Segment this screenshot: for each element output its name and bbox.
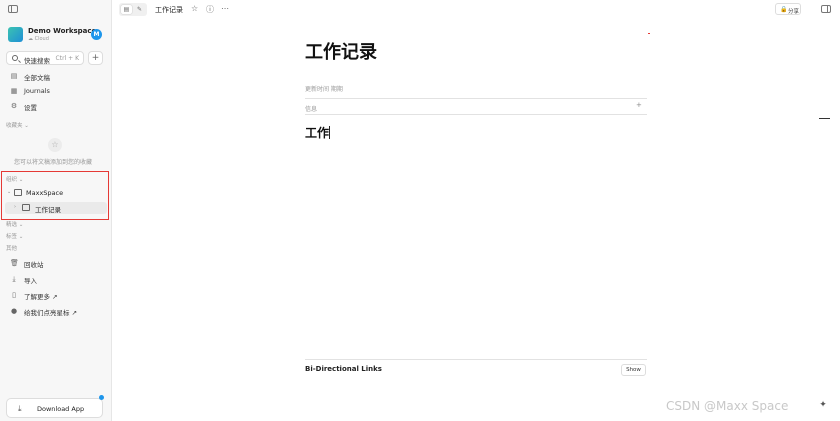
search-icon (12, 55, 18, 61)
workspace-switcher[interactable]: Demo Workspace ☁ Cloud M (8, 27, 104, 43)
download-app-button[interactable]: ⤓ Download App (6, 395, 104, 418)
favorite-star-icon[interactable]: ☆ (191, 4, 198, 13)
doc-heading[interactable]: 工作 (305, 124, 329, 141)
calendar-icon: ▦ (10, 87, 18, 95)
workspace-sub: ☁ Cloud (28, 36, 49, 42)
gear-icon: ⚙ (10, 102, 18, 110)
ai-sparkle-icon[interactable]: ✦ (816, 398, 830, 412)
divider (305, 359, 647, 360)
search-label: 快速搜索 (24, 57, 50, 65)
right-panel-toggle-icon[interactable] (821, 5, 831, 13)
chevron-right-icon[interactable]: › (14, 204, 16, 210)
docs-icon: ▤ (10, 72, 18, 80)
sidebar: Demo Workspace ☁ Cloud M 快速搜索 Ctrl + K +… (0, 0, 112, 421)
prop-info[interactable]: 信息 (305, 104, 647, 113)
workspace-logo (8, 27, 23, 42)
github-icon: ● (10, 307, 18, 315)
toc-indicator[interactable] (819, 118, 830, 119)
doc-item-work-log[interactable]: › 工作记录 (5, 202, 107, 214)
bidirectional-links-label: Bi-Directional Links (305, 365, 382, 373)
import-icon: ⤓ (12, 275, 16, 283)
info-icon[interactable]: ⓘ (206, 4, 214, 15)
folder-maxxspace[interactable]: ⌄ MaxxSpace (5, 187, 107, 199)
avatar[interactable]: M (91, 29, 102, 40)
workspace-name: Demo Workspace (28, 27, 97, 35)
download-icon: ⤓ (18, 404, 22, 413)
lock-icon: 🔒 (780, 6, 788, 13)
add-doc-button[interactable]: + (88, 51, 103, 65)
divider (305, 114, 647, 115)
watermark: CSDN @Maxx Space (666, 399, 789, 413)
others-header: 其他 (6, 246, 18, 252)
quick-search-button[interactable]: 快速搜索 Ctrl + K (6, 51, 84, 65)
prop-updated[interactable]: 更新时间 期期 (305, 84, 647, 93)
text-caret (329, 126, 330, 139)
trash-icon: 🗑 (10, 259, 19, 267)
chevron-down-icon[interactable]: ⌄ (7, 189, 11, 195)
page-icon (22, 204, 30, 211)
more-icon[interactable]: ⋯ (221, 4, 229, 13)
notification-dot (99, 395, 104, 400)
edgeless-mode-icon[interactable]: ✎ (134, 5, 145, 14)
sidebar-toggle-icon[interactable] (8, 5, 18, 13)
search-shortcut: Ctrl + K (55, 55, 79, 62)
show-links-button[interactable]: Show (621, 364, 646, 376)
divider (305, 98, 647, 99)
add-property-icon[interactable]: + (636, 101, 642, 109)
collections-header[interactable]: 精选 ⌄ (6, 220, 23, 228)
favorites-header[interactable]: 收藏夹 ⌄ (6, 121, 29, 129)
indicator-mark (648, 33, 650, 34)
top-bar: ▤ ✎ 工作记录 ☆ ⓘ ⋯ 🔒 分享 (112, 0, 840, 20)
doc-breadcrumb-title[interactable]: 工作记录 (155, 5, 183, 15)
favorites-empty-text: 您可以将文稿添加到您的收藏 (14, 159, 93, 166)
share-button[interactable]: 🔒 分享 (775, 3, 801, 15)
star-icon: ☆ (48, 138, 62, 152)
book-icon: ▯ (12, 291, 16, 299)
folder-icon (14, 189, 22, 196)
tags-header[interactable]: 标签 ⌄ (6, 232, 23, 240)
doc-title[interactable]: 工作记录 (305, 38, 377, 64)
page-mode-icon[interactable]: ▤ (121, 5, 132, 14)
mode-switch: ▤ ✎ (119, 3, 147, 16)
